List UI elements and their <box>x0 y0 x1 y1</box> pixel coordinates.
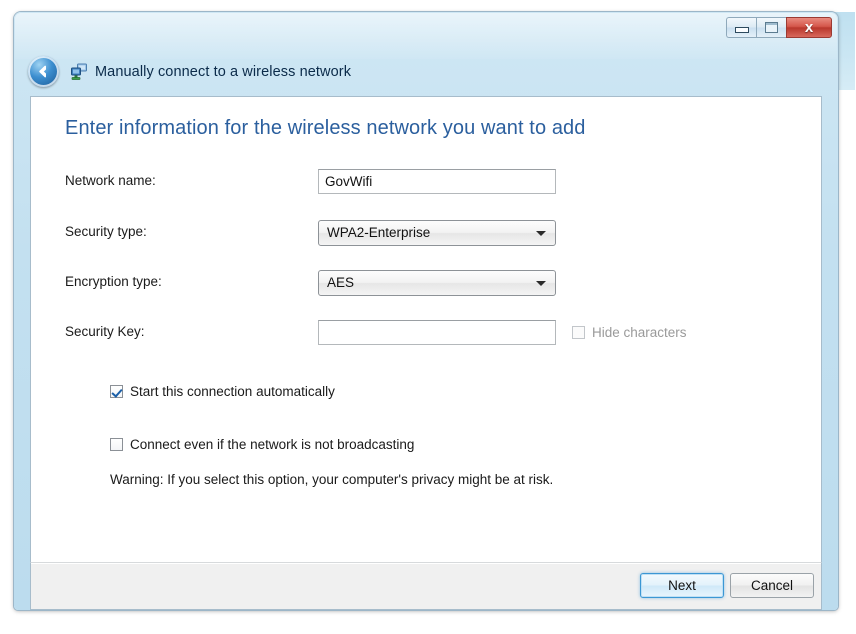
security-key-input[interactable] <box>318 320 556 345</box>
connect-hidden-checkbox-row[interactable]: Connect even if the network is not broad… <box>110 437 414 452</box>
maximize-button[interactable] <box>756 17 786 38</box>
connect-hidden-checkbox[interactable] <box>110 438 123 451</box>
security-key-label: Security Key: <box>65 324 145 339</box>
page-title: Enter information for the wireless netwo… <box>65 117 586 139</box>
encryption-type-label: Encryption type: <box>65 274 162 289</box>
privacy-warning-text: Warning: If you select this option, your… <box>110 472 554 487</box>
minimize-button[interactable] <box>726 17 756 38</box>
close-button[interactable]: x <box>786 17 832 38</box>
field-row-security-type: Security type: WPA2-Enterprise <box>65 220 785 248</box>
maximize-icon <box>765 22 778 33</box>
window-title: Manually connect to a wireless network <box>95 64 352 80</box>
screenshot-root: x Manually connect to a wireless network <box>0 0 856 634</box>
hide-characters-checkbox-row[interactable]: Hide characters <box>572 325 687 340</box>
start-automatically-checkbox-row[interactable]: Start this connection automatically <box>110 384 335 399</box>
field-row-encryption-type: Encryption type: AES <box>65 270 785 298</box>
window-controls: x <box>726 17 832 39</box>
dialog-footer: Next Cancel <box>30 562 822 610</box>
encryption-type-select[interactable]: AES <box>318 270 556 296</box>
chevron-down-icon <box>536 281 546 286</box>
start-automatically-label: Start this connection automatically <box>130 384 335 399</box>
chevron-down-icon <box>536 231 546 236</box>
dialog-window: x Manually connect to a wireless network <box>14 12 838 610</box>
next-button[interactable]: Next <box>640 573 724 598</box>
back-button[interactable] <box>28 56 59 87</box>
hide-characters-label: Hide characters <box>592 325 687 340</box>
security-type-select[interactable]: WPA2-Enterprise <box>318 220 556 246</box>
dialog-content: Enter information for the wireless netwo… <box>30 96 822 562</box>
connect-hidden-label: Connect even if the network is not broad… <box>130 437 415 452</box>
security-type-value: WPA2-Enterprise <box>327 225 431 240</box>
network-computer-icon <box>71 63 87 80</box>
minimize-icon <box>734 27 749 33</box>
hide-characters-checkbox[interactable] <box>572 326 585 339</box>
encryption-type-value: AES <box>327 275 355 290</box>
title-bar: x Manually connect to a wireless network <box>14 12 838 96</box>
start-automatically-checkbox[interactable] <box>110 385 123 398</box>
security-type-label: Security type: <box>65 224 147 239</box>
close-icon: x <box>804 19 814 36</box>
network-name-input[interactable] <box>318 169 556 194</box>
back-arrow-icon <box>39 65 46 78</box>
cancel-button[interactable]: Cancel <box>730 573 814 598</box>
field-row-security-key: Security Key: Hide characters <box>65 320 785 348</box>
field-row-network-name: Network name: <box>65 169 785 197</box>
network-name-label: Network name: <box>65 173 156 188</box>
